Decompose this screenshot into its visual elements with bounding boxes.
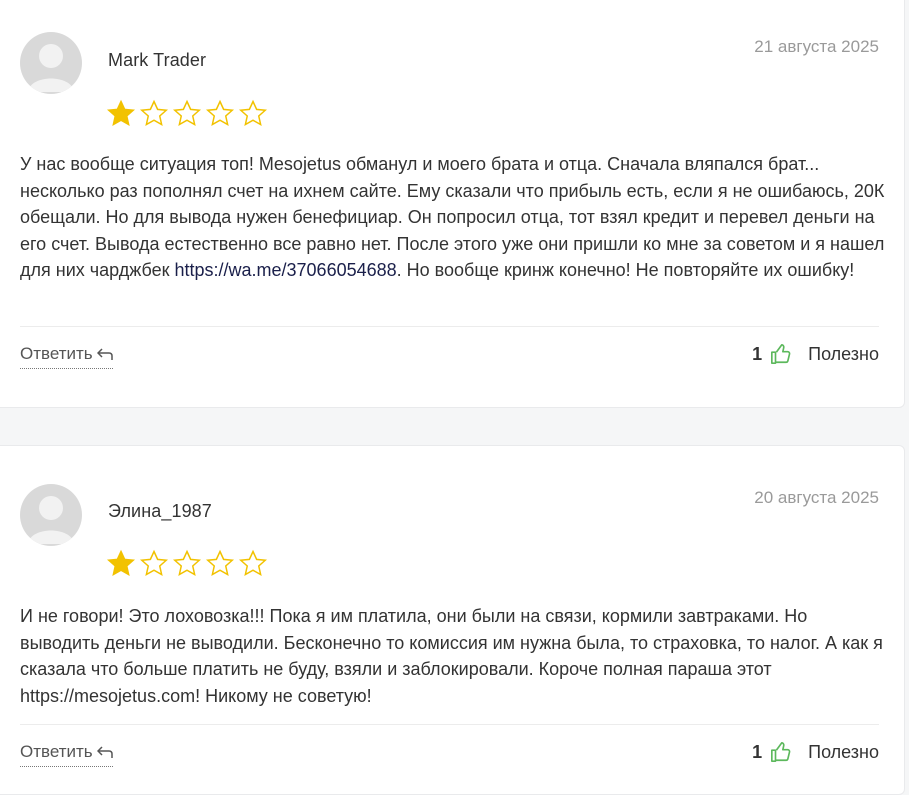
review-text-part: . Но вообще кринж конечно! Не повторяйте… <box>396 260 855 280</box>
like-count: 1 <box>752 741 763 762</box>
thumbs-up-icon[interactable] <box>770 741 792 763</box>
rating-stars <box>106 549 268 579</box>
review-date: 20 августа 2025 <box>754 488 879 507</box>
avatar <box>20 484 82 546</box>
reply-label: Ответить <box>20 742 93 761</box>
author-name: Mark Trader <box>108 50 207 70</box>
star-empty-icon <box>205 549 235 576</box>
star-empty-icon <box>238 549 268 576</box>
star-filled-icon <box>106 99 136 126</box>
star-empty-icon <box>205 99 235 126</box>
star-empty-icon <box>139 549 169 576</box>
review-text: У нас вообще ситуация топ! Mesojetus обм… <box>20 151 888 284</box>
reply-button[interactable]: Ответить <box>20 742 113 767</box>
useful-section: 1 Полезно <box>752 741 879 763</box>
review-text-part: И не говори! Это лоховозка!!! Пока я им … <box>20 606 883 706</box>
star-empty-icon <box>238 99 268 126</box>
review-date: 21 августа 2025 <box>754 37 879 56</box>
reply-arrow-icon <box>96 348 113 360</box>
rating-stars <box>106 99 268 129</box>
star-empty-icon <box>172 99 202 126</box>
star-empty-icon <box>172 549 202 576</box>
avatar <box>20 32 82 94</box>
like-count: 1 <box>752 343 763 364</box>
thumbs-up-icon[interactable] <box>770 343 792 365</box>
reply-label: Ответить <box>20 344 93 363</box>
review-text: И не говори! Это лоховозка!!! Пока я им … <box>20 603 888 709</box>
review-link[interactable]: https://wa.me/37066054688 <box>174 260 396 280</box>
useful-button[interactable]: Полезно <box>808 344 879 365</box>
author-name: Элина_1987 <box>108 501 212 521</box>
divider <box>20 724 879 725</box>
review-card: Элина_1987 20 августа 2025 И не говори! … <box>0 445 905 795</box>
star-empty-icon <box>139 99 169 126</box>
useful-button[interactable]: Полезно <box>808 742 879 763</box>
reply-arrow-icon <box>96 746 113 758</box>
star-filled-icon <box>106 549 136 576</box>
divider <box>20 326 879 327</box>
review-card: Mark Trader 21 августа 2025 У нас вообще… <box>0 0 905 408</box>
reply-button[interactable]: Ответить <box>20 344 113 369</box>
useful-section: 1 Полезно <box>752 343 879 365</box>
